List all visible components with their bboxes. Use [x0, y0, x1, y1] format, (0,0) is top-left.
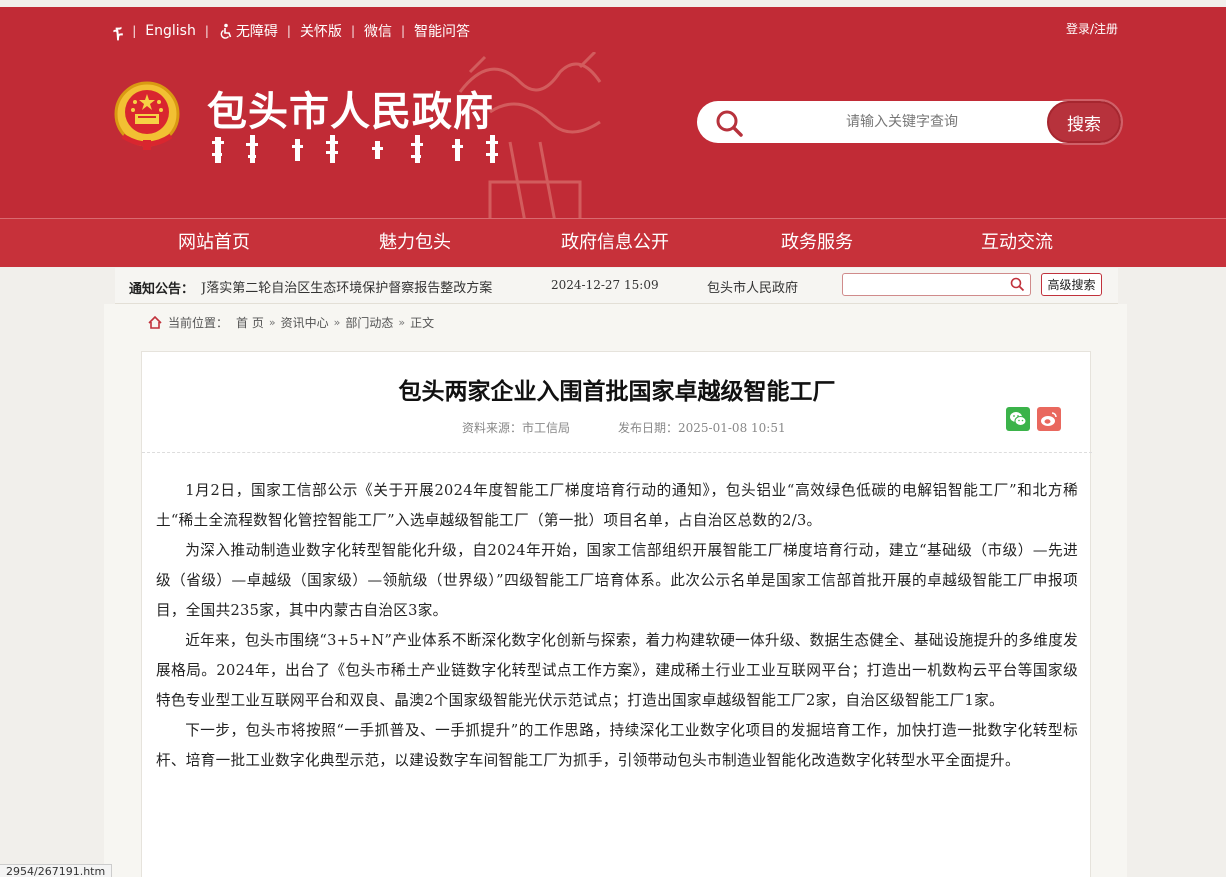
breadcrumb-separator: »: [268, 316, 276, 329]
nav-item-gov-services[interactable]: 政务服务: [781, 219, 853, 268]
site-search: [842, 273, 1031, 296]
accessibility-link[interactable]: 无障碍: [218, 21, 278, 41]
search-icon: [716, 110, 743, 137]
nav-item-home[interactable]: 网站首页: [178, 219, 250, 268]
notice-label: 通知公告：: [129, 282, 195, 297]
breadcrumb-home[interactable]: 首 页: [236, 314, 264, 331]
site-header: ᠮ | English | 无障碍 | 关怀版 | 微信 | 智能问答 登录/注…: [0, 7, 1226, 218]
breadcrumb-prefix: 当前位置：: [168, 316, 229, 330]
nav-item-gov-info[interactable]: 政府信息公开: [561, 219, 669, 268]
top-links-bar: ᠮ | English | 无障碍 | 关怀版 | 微信 | 智能问答: [113, 21, 470, 46]
search-icon[interactable]: [1010, 277, 1025, 292]
login-register-link[interactable]: 登录/注册: [1066, 20, 1118, 37]
article-paragraph: 近年来，包头市围绕“3+5+N”产业体系不断深化数字化创新与探索，着力构建软硬一…: [156, 632, 1078, 709]
mongolian-title-script: [212, 135, 498, 163]
notice-bar: 通知公告： J落实第二轮自治区生态环境保护督察报告整改方案 2024-12-27…: [115, 268, 1118, 304]
nav-item-interaction[interactable]: 互动交流: [981, 219, 1053, 268]
breadcrumb-current: 正文: [410, 316, 435, 330]
article-title: 包头两家企业入围首批国家卓越级智能工厂: [398, 379, 836, 405]
article-paragraph: 为深入推动制造业数字化转型智能化升级，自2024年开始，国家工信部组织开展智能工…: [156, 542, 1078, 619]
status-bar-url: 2954/267191.htm: [0, 864, 113, 877]
notice-org: 包头市人民政府: [707, 281, 799, 296]
separator: |: [204, 24, 209, 38]
article-date: 发布日期：2025-01-08 10:51: [618, 421, 786, 435]
search-button[interactable]: 搜索: [1047, 101, 1121, 143]
care-version-link[interactable]: 关怀版: [300, 21, 342, 41]
separator: |: [132, 24, 137, 38]
notice-link[interactable]: J落实第二轮自治区生态环境保护督察报告整改方案: [201, 277, 531, 296]
breadcrumb-separator: »: [398, 316, 406, 329]
article-meta: 资料来源：市工信局 发布日期：2025-01-08 10:51: [462, 419, 786, 436]
emblem-icon: [114, 81, 180, 150]
site-search-input[interactable]: [843, 274, 1003, 296]
article-body: 1月2日，国家工信部公示《关于开展2024年度智能工厂梯度培育行动的通知》，包头…: [156, 476, 1078, 776]
content-area: 当前位置： 首 页 » 资讯中心 » 部门动态 » 正文 包头两家企业入围首批国…: [104, 304, 1127, 877]
article: 包头两家企业入围首批国家卓越级智能工厂 资料来源：市工信局 发布日期：2025-…: [141, 351, 1092, 877]
nav-item-charm-baotou[interactable]: 魅力包头: [379, 219, 451, 268]
breadcrumb: 当前位置： 首 页 » 资讯中心 » 部门动态 » 正文: [148, 314, 434, 331]
wechat-link[interactable]: 微信: [364, 21, 392, 41]
home-icon: [148, 316, 162, 329]
breadcrumb-news-center[interactable]: 资讯中心: [281, 314, 329, 331]
header-search: 搜索: [697, 101, 1121, 143]
accessibility-icon: [220, 23, 232, 39]
separator: |: [400, 24, 406, 38]
accessibility-label: 无障碍: [235, 24, 278, 40]
article-source: 资料来源：市工信局: [462, 421, 571, 435]
search-input[interactable]: [757, 106, 1047, 138]
article-paragraph: 1月2日，国家工信部公示《关于开展2024年度智能工厂梯度培育行动的通知》，包头…: [156, 482, 1078, 529]
separator: |: [286, 24, 291, 38]
smart-qa-link[interactable]: 智能问答: [414, 21, 470, 41]
notice-date: 2024-12-27 15:09: [551, 278, 659, 292]
article-paragraph: 下一步，包头市将按照“一手抓普及、一手抓提升”的工作思路，持续深化工业数字化项目…: [156, 722, 1078, 769]
breadcrumb-dept-news[interactable]: 部门动态: [345, 314, 393, 331]
share-buttons: [1006, 407, 1061, 431]
main-nav: 网站首页 魅力包头 政府信息公开 政务服务 互动交流: [0, 218, 1226, 267]
separator: |: [350, 24, 355, 38]
breadcrumb-separator: »: [333, 316, 341, 329]
wechat-icon[interactable]: [1006, 407, 1030, 431]
mongolian-script-icon[interactable]: ᠮ: [113, 16, 123, 46]
advanced-search-button[interactable]: 高级搜索: [1041, 273, 1102, 296]
weibo-icon[interactable]: [1037, 407, 1061, 431]
english-link[interactable]: English: [145, 23, 196, 39]
article-divider: [142, 452, 1092, 453]
